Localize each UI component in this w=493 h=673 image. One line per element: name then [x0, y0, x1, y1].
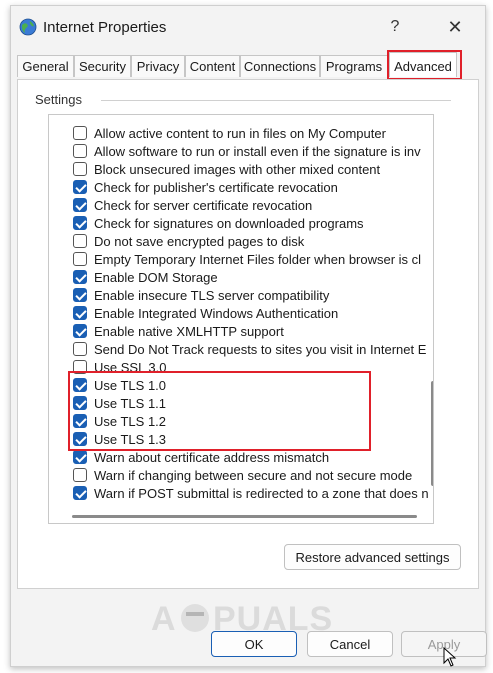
close-button[interactable]: ✕: [441, 16, 469, 38]
svg-text:A: A: [151, 600, 177, 638]
setting-row[interactable]: Enable Integrated Windows Authentication: [73, 305, 433, 323]
setting-label: Enable insecure TLS server compatibility: [94, 288, 330, 303]
tab-content[interactable]: Content: [185, 55, 240, 77]
settings-list[interactable]: Allow active content to run in files on …: [48, 114, 434, 524]
help-button[interactable]: ?: [381, 16, 409, 38]
setting-row[interactable]: Check for publisher's certificate revoca…: [73, 179, 433, 197]
setting-checkbox[interactable]: [73, 288, 87, 302]
tab-privacy[interactable]: Privacy: [131, 55, 185, 77]
title-bar[interactable]: Internet Properties ? ✕: [11, 6, 485, 46]
setting-label: Warn if POST submittal is redirected to …: [94, 486, 429, 501]
setting-row[interactable]: Enable native XMLHTTP support: [73, 323, 433, 341]
setting-label: Block unsecured images with other mixed …: [94, 162, 381, 177]
setting-label: Check for server certificate revocation: [94, 198, 313, 213]
tab-security[interactable]: Security: [74, 55, 131, 77]
ok-button[interactable]: OK: [211, 631, 297, 657]
window-title: Internet Properties: [43, 19, 167, 36]
setting-checkbox[interactable]: [73, 252, 87, 266]
setting-label: Enable native XMLHTTP support: [94, 324, 284, 339]
setting-checkbox[interactable]: [73, 306, 87, 320]
advanced-tab-highlight: [387, 50, 462, 80]
setting-checkbox[interactable]: [73, 234, 87, 248]
setting-checkbox[interactable]: [73, 162, 87, 176]
setting-row[interactable]: Check for server certificate revocation: [73, 197, 433, 215]
setting-checkbox[interactable]: [73, 324, 87, 338]
settings-group-label: Settings: [31, 92, 86, 107]
setting-checkbox[interactable]: [73, 450, 87, 464]
internet-properties-dialog: Internet Properties ? ✕ General Security…: [10, 5, 487, 667]
setting-label: Allow software to run or install even if…: [94, 144, 421, 159]
settings-group-line: [101, 100, 451, 101]
setting-row[interactable]: Warn if POST submittal is redirected to …: [73, 485, 433, 503]
tab-general[interactable]: General: [17, 55, 74, 77]
setting-checkbox[interactable]: [73, 468, 87, 482]
setting-row[interactable]: Block unsecured images with other mixed …: [73, 161, 433, 179]
setting-checkbox[interactable]: [73, 486, 87, 500]
setting-row[interactable]: Empty Temporary Internet Files folder wh…: [73, 251, 433, 269]
mouse-cursor-icon: [443, 647, 457, 667]
setting-label: Check for signatures on downloaded progr…: [94, 216, 364, 231]
setting-label: Do not save encrypted pages to disk: [94, 234, 305, 249]
tab-connections[interactable]: Connections: [240, 55, 320, 77]
setting-label: Warn about certificate address mismatch: [94, 450, 330, 465]
setting-row[interactable]: Enable insecure TLS server compatibility: [73, 287, 433, 305]
setting-checkbox[interactable]: [73, 198, 87, 212]
setting-row[interactable]: Warn about certificate address mismatch: [73, 449, 433, 467]
setting-checkbox[interactable]: [73, 342, 87, 356]
tab-programs[interactable]: Programs: [320, 55, 388, 77]
setting-checkbox[interactable]: [73, 126, 87, 140]
setting-row[interactable]: Allow software to run or install even if…: [73, 143, 433, 161]
setting-row[interactable]: Allow active content to run in files on …: [73, 125, 433, 143]
setting-row[interactable]: Check for signatures on downloaded progr…: [73, 215, 433, 233]
setting-row[interactable]: Send Do Not Track requests to sites you …: [73, 341, 433, 359]
setting-row[interactable]: Do not save encrypted pages to disk: [73, 233, 433, 251]
cancel-button[interactable]: Cancel: [307, 631, 393, 657]
setting-row[interactable]: Warn if changing between secure and not …: [73, 467, 433, 485]
horizontal-scrollbar-thumb[interactable]: [72, 515, 417, 518]
setting-checkbox[interactable]: [73, 180, 87, 194]
setting-row[interactable]: Enable DOM Storage: [73, 269, 433, 287]
setting-label: Enable Integrated Windows Authentication: [94, 306, 339, 321]
setting-label: Allow active content to run in files on …: [94, 126, 386, 141]
setting-label: Send Do Not Track requests to sites you …: [94, 342, 427, 357]
restore-advanced-settings-button[interactable]: Restore advanced settings: [284, 544, 461, 570]
setting-checkbox[interactable]: [73, 270, 87, 284]
setting-label: Empty Temporary Internet Files folder wh…: [94, 252, 422, 267]
setting-label: Enable DOM Storage: [94, 270, 218, 285]
setting-checkbox[interactable]: [73, 216, 87, 230]
setting-label: Warn if changing between secure and not …: [94, 468, 413, 483]
setting-label: Check for publisher's certificate revoca…: [94, 180, 338, 195]
tls-options-highlight: [68, 371, 371, 451]
globe-icon: [19, 18, 37, 36]
setting-checkbox[interactable]: [73, 144, 87, 158]
